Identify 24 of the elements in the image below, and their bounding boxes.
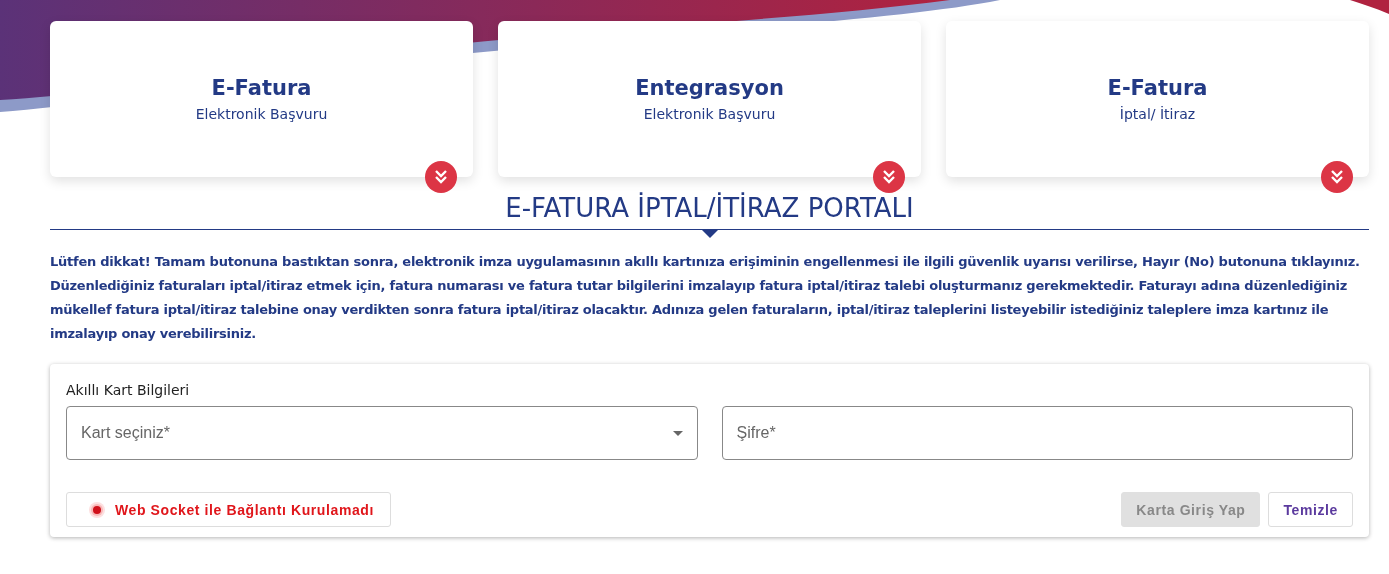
password-field[interactable]: Şifre* bbox=[721, 406, 1353, 460]
notice-text: Lütfen dikkat! Tamam butonuna bastıktan sonra, elektronik imza uygulamasının akıllı kartınıza erişiminin engellenmesi ile ilgili güvenlik uyarısı verilirse, Hayır (No) butonuna tıklayınız. Düzenlediğiniz faturaları iptal/itiraz etmek için, fatura numarası ve fatura tutar bilgilerini imzalayıp fatura iptal/itiraz talebi oluşturmanız gerekmektedir. Faturayı adına düzenlediğiniz mükellef fatura iptal/itiraz talebine onay verdikten sonra fatura iptal/itiraz olacaktır. Adınıza gelen faturaların, iptal/itiraz taleplerini listeyebilir istediğiniz taleplere imza kartınız ile imzalayıp onay verebilirsiniz. bbox=[50, 253, 1361, 343]
action-button[interactable]: Temizle bbox=[1268, 492, 1353, 527]
card-title: E-Fatura bbox=[211, 76, 312, 100]
card-select-field[interactable]: Kart seçiniz* bbox=[66, 406, 698, 460]
status-dot-icon bbox=[89, 501, 105, 518]
card-subtitle: Elektronik Başvuru bbox=[195, 106, 328, 122]
portal-title: E-FATURA İPTAL/İTİRAZ PORTALI bbox=[505, 193, 914, 223]
panel-title: Akıllı Kart Bilgileri bbox=[66, 382, 191, 398]
expand-button[interactable] bbox=[425, 161, 457, 193]
double-chevron-down-icon bbox=[434, 169, 448, 185]
card-subtitle: Elektronik Başvuru bbox=[643, 106, 776, 122]
expand-button[interactable] bbox=[873, 161, 905, 193]
card-subtitle: İptal/ İtiraz bbox=[1119, 106, 1196, 122]
socket-status-button[interactable]: Web Socket ile Bağlantı Kurulamadı bbox=[66, 492, 391, 527]
service-card[interactable]: E-Fatura Elektronik Başvuru bbox=[50, 21, 473, 177]
service-card[interactable]: E-Fatura İptal/ İtiraz bbox=[946, 21, 1369, 177]
service-card[interactable]: Entegrasyon Elektronik Başvuru bbox=[498, 21, 921, 177]
double-chevron-down-icon bbox=[882, 169, 896, 185]
card-title: E-Fatura bbox=[1107, 76, 1208, 100]
double-chevron-down-icon bbox=[1330, 169, 1344, 185]
card-title: Entegrasyon bbox=[635, 76, 784, 100]
expand-button[interactable] bbox=[1321, 161, 1353, 193]
dropdown-caret-icon bbox=[672, 430, 683, 436]
